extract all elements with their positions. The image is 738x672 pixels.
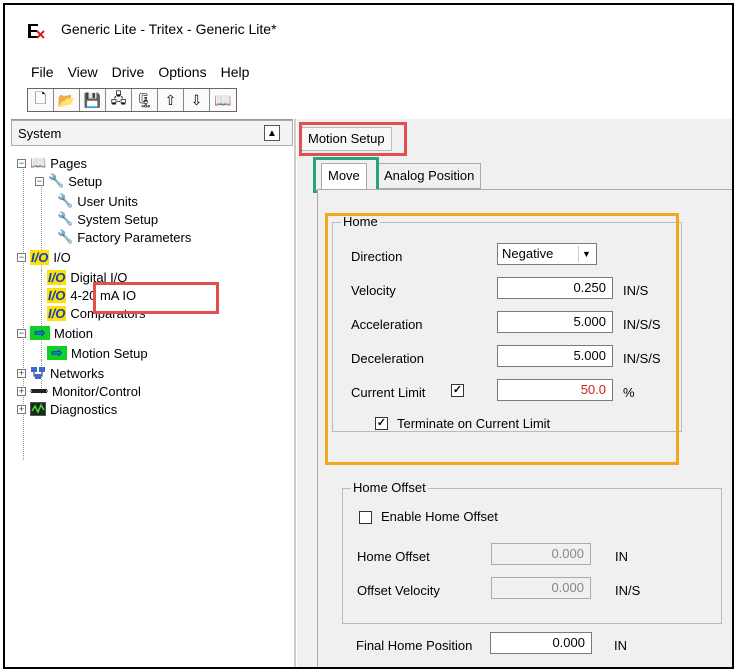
system-panel: System ▲ − 📖 Pages − 🔧 Setup 🔧 User Unit…: [11, 119, 293, 667]
motion-arrow-icon: ⇨: [47, 346, 67, 360]
offset-velocity-field[interactable]: 0.000: [491, 577, 591, 599]
network-icon: [30, 366, 46, 380]
highlight-box-4-20ma: [93, 282, 219, 314]
expand-icon[interactable]: +: [17, 404, 26, 414]
offset-velocity-label: Offset Velocity: [357, 583, 440, 598]
menu-options[interactable]: Options: [152, 61, 212, 83]
final-home-position-unit: IN: [614, 638, 627, 653]
menu-drive[interactable]: Drive: [106, 61, 151, 83]
highlight-box-move-tab: [313, 157, 379, 193]
tree-item-label: Pages: [50, 155, 88, 171]
final-home-position-field[interactable]: 0.000: [490, 632, 592, 654]
diagnostics-icon: [30, 402, 46, 416]
expand-icon[interactable]: +: [17, 386, 26, 396]
window-title: Generic Lite - Tritex - Generic Lite*: [61, 21, 277, 37]
collapse-icon[interactable]: −: [35, 176, 44, 186]
menu-bar: File View Drive Options Help: [5, 61, 257, 83]
tree-item-io[interactable]: − I/O I/O: [17, 248, 71, 266]
io-icon: I/O: [47, 287, 67, 303]
tree-item-label: I/O: [53, 249, 71, 265]
new-file-icon[interactable]: 🗋: [28, 89, 54, 111]
chevron-up-icon[interactable]: ▲: [264, 125, 280, 141]
io-icon: I/O: [47, 305, 67, 321]
book-icon[interactable]: 📖: [210, 89, 236, 111]
tree-item-label: Monitor/Control: [52, 383, 141, 399]
network-tree-icon[interactable]: 🗜: [132, 89, 158, 111]
enable-home-offset-checkbox[interactable]: [359, 511, 372, 524]
tree-item-networks[interactable]: + Networks: [17, 364, 104, 382]
title-bar: Generic Lite - Tritex - Generic Lite*: [5, 5, 732, 57]
wrench-icon: 🔧: [48, 173, 65, 188]
collapse-icon[interactable]: −: [17, 158, 26, 168]
tab-analog-position[interactable]: Analog Position: [377, 163, 482, 189]
highlight-box-motion-setup: [299, 122, 407, 156]
tree-item-label: User Units: [77, 193, 138, 209]
toolbar: 🗋 📂 💾 🖧 🗜 ⇧ ⇩ 📖: [27, 88, 237, 112]
application-window: Generic Lite - Tritex - Generic Lite* Fi…: [3, 3, 734, 669]
collapse-icon[interactable]: −: [17, 328, 26, 338]
collapse-icon[interactable]: −: [17, 252, 26, 262]
tree-item-setup[interactable]: − 🔧 Setup: [35, 172, 102, 190]
home-offset-field[interactable]: 0.000: [491, 543, 591, 565]
io-icon: I/O: [47, 269, 67, 285]
tree-item-motion[interactable]: − ⇨ Motion: [17, 324, 93, 342]
tree-item-factory-parameters[interactable]: 🔧 Factory Parameters: [57, 228, 191, 246]
wrench-icon: 🔧: [57, 211, 74, 226]
enable-home-offset-label[interactable]: Enable Home Offset: [381, 509, 498, 524]
system-panel-header: System ▲: [11, 120, 293, 146]
system-panel-title: System: [18, 125, 62, 141]
open-folder-icon[interactable]: 📂: [54, 89, 80, 111]
home-offset-group: Home Offset Enable Home Offset Home Offs…: [342, 480, 722, 624]
menu-help[interactable]: Help: [215, 61, 256, 83]
tree-item-user-units[interactable]: 🔧 User Units: [57, 192, 138, 210]
io-icon: I/O: [30, 249, 50, 265]
home-offset-unit: IN: [615, 549, 628, 564]
save-icon[interactable]: 💾: [80, 89, 106, 111]
tree-item-monitor-control[interactable]: + Monitor/Control: [17, 382, 141, 400]
home-offset-label: Home Offset: [357, 549, 430, 564]
tree-item-label: Factory Parameters: [77, 229, 192, 245]
menu-view[interactable]: View: [62, 61, 104, 83]
book-icon: 📖: [30, 155, 47, 170]
menu-file[interactable]: File: [25, 61, 60, 83]
tree-item-label: Motion Setup: [71, 345, 148, 361]
tree-item-motion-setup[interactable]: ⇨ Motion Setup: [47, 344, 148, 362]
motion-arrow-icon: ⇨: [30, 326, 50, 340]
motion-setup-panel: Motion Setup Move Analog Position Home D…: [297, 119, 732, 667]
highlight-box-home-group: [325, 213, 679, 465]
wrench-icon: 🔧: [57, 193, 74, 208]
tree-item-label: System Setup: [77, 211, 159, 227]
wrench-icon: 🔧: [57, 229, 74, 244]
upload-arrow-icon[interactable]: ⇧: [158, 89, 184, 111]
tree-item-label: Networks: [50, 365, 105, 381]
app-logo-icon: [28, 24, 45, 39]
tree-item-label: Setup: [68, 173, 103, 189]
monitor-icon: [30, 385, 48, 397]
tree-item-label: Motion: [54, 325, 94, 341]
tree-item-system-setup[interactable]: 🔧 System Setup: [57, 210, 158, 228]
expand-icon[interactable]: +: [17, 368, 26, 378]
offset-velocity-unit: IN/S: [615, 583, 641, 598]
final-home-position-label: Final Home Position: [356, 638, 473, 653]
download-arrow-icon[interactable]: ⇩: [184, 89, 210, 111]
tree-item-diagnostics[interactable]: + Diagnostics: [17, 400, 117, 418]
home-offset-legend: Home Offset: [351, 480, 428, 495]
tree-item-label: Diagnostics: [50, 401, 118, 417]
panel-divider[interactable]: [294, 119, 296, 667]
network-icon[interactable]: 🖧: [106, 89, 132, 111]
tree-item-pages[interactable]: − 📖 Pages: [17, 154, 87, 172]
